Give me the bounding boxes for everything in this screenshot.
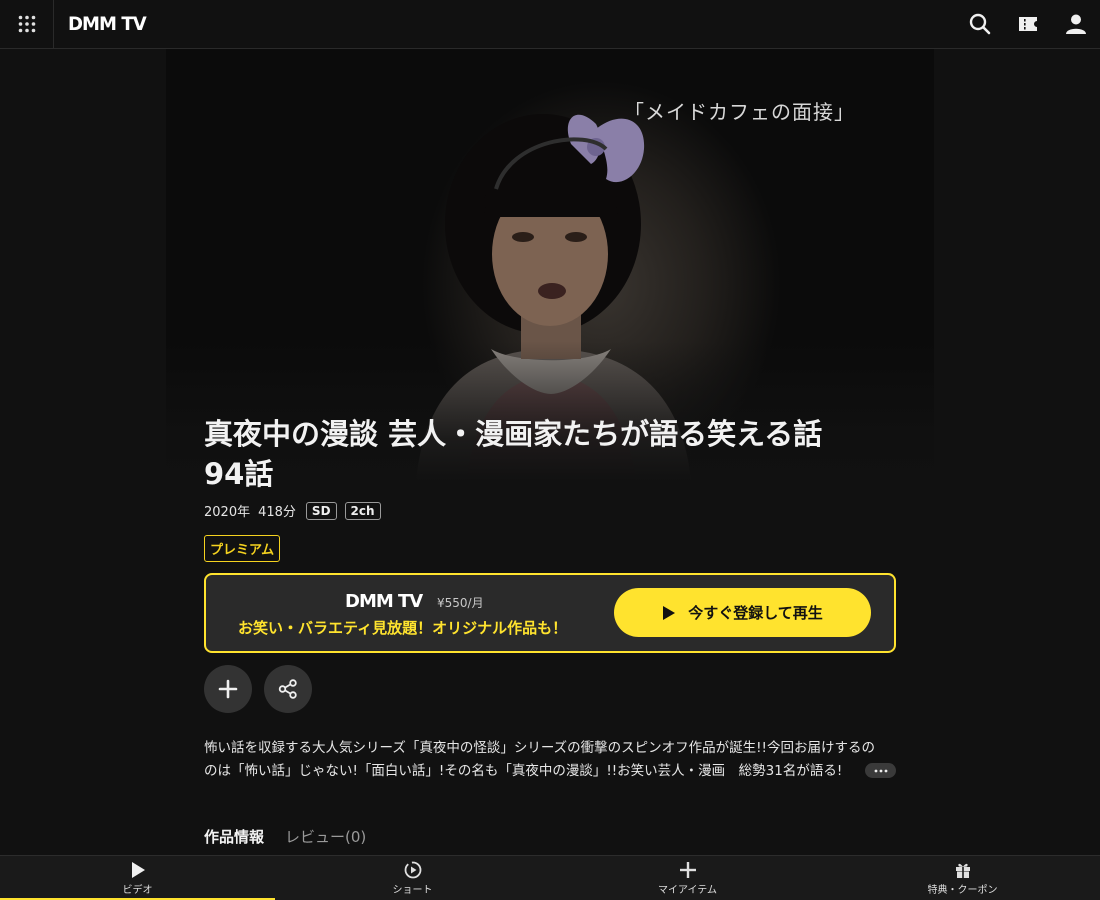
account-button[interactable] [1064, 12, 1088, 36]
plus-icon [679, 862, 696, 878]
subscribe-play-button[interactable]: 今すぐ登録して再生 [614, 588, 871, 637]
expand-description-button[interactable] [865, 763, 896, 778]
ticket-button[interactable] [1016, 12, 1040, 36]
description: 怖い話を収録する大人気シリーズ「真夜中の怪談」シリーズの衝撃のスピンオフ作品が誕… [204, 737, 896, 783]
ticket-icon [1019, 17, 1037, 31]
nav-label-short: ショート [392, 885, 433, 896]
page-title: 真夜中の漫談 芸人・漫画家たちが語る笑える話 94話 [204, 414, 904, 494]
user-icon [1066, 14, 1086, 34]
tab-reviews[interactable]: レビュー(0) [285, 826, 366, 847]
more-dots-icon [874, 769, 887, 772]
grid-menu-button[interactable] [0, 0, 54, 48]
audio-badge: 2ch [344, 501, 381, 520]
nav-label-video: ビデオ [122, 885, 153, 896]
subscription-promo: DMM TV ¥550/月 お笑い・バラエティ見放題！オリジナル作品も！ 今すぐ… [204, 573, 896, 653]
nav-item-my-items[interactable]: マイアイテム [550, 856, 825, 900]
description-line-2: のは「怖い話」じゃない!「面白い話」!その名も「真夜中の漫談」!!お笑い芸人・漫… [204, 763, 843, 779]
tab-work-info[interactable]: 作品情報 [204, 826, 264, 847]
promo-tagline: お笑い・バラエティ見放題！オリジナル作品も！ [238, 619, 568, 637]
promo-price: ¥550/月 [437, 596, 484, 610]
subscribe-play-label: 今すぐ登録して再生 [688, 604, 823, 622]
promo-logo: DMM TV [345, 591, 423, 612]
hero-caption: 「メイドカフェの面接」 [624, 100, 855, 124]
title-line-1: 真夜中の漫談 芸人・漫画家たちが語る笑える話 [204, 417, 823, 451]
share-icon [278, 679, 297, 699]
description-line-1: 怖い話を収録する大人気シリーズ「真夜中の怪談」シリーズの衝撃のスピンオフ作品が誕… [204, 740, 875, 756]
nav-item-video[interactable]: ビデオ [0, 856, 275, 900]
nav-label-my-items: マイアイテム [658, 885, 717, 896]
release-year: 2020年 [204, 505, 251, 520]
short-play-icon [404, 861, 421, 879]
quality-badge: SD [305, 501, 337, 520]
search-icon [969, 13, 991, 35]
bottom-navigation: ビデオ ショート マイアイテム 特典・クーポン [0, 855, 1100, 900]
nav-item-coupons[interactable]: 特典・クーポン [825, 856, 1100, 900]
search-button[interactable] [968, 12, 992, 36]
plus-icon [218, 679, 238, 699]
premium-badge: プレミアム [204, 535, 281, 562]
meta-row: 2020年 418分 SD 2ch [204, 501, 381, 520]
play-icon [663, 605, 676, 620]
duration: 418分 [258, 505, 296, 520]
grid-menu-icon [18, 15, 35, 33]
add-to-list-button[interactable] [204, 665, 252, 713]
dmm-tv-logo[interactable]: DMM TV [68, 13, 147, 35]
play-icon [131, 862, 145, 878]
nav-item-short[interactable]: ショート [275, 856, 550, 900]
nav-label-coupons: 特典・クーポン [927, 885, 998, 896]
gift-icon [955, 863, 970, 878]
top-header: DMM TV [0, 0, 1100, 49]
share-button[interactable] [264, 665, 312, 713]
title-line-2: 94話 [204, 457, 274, 491]
